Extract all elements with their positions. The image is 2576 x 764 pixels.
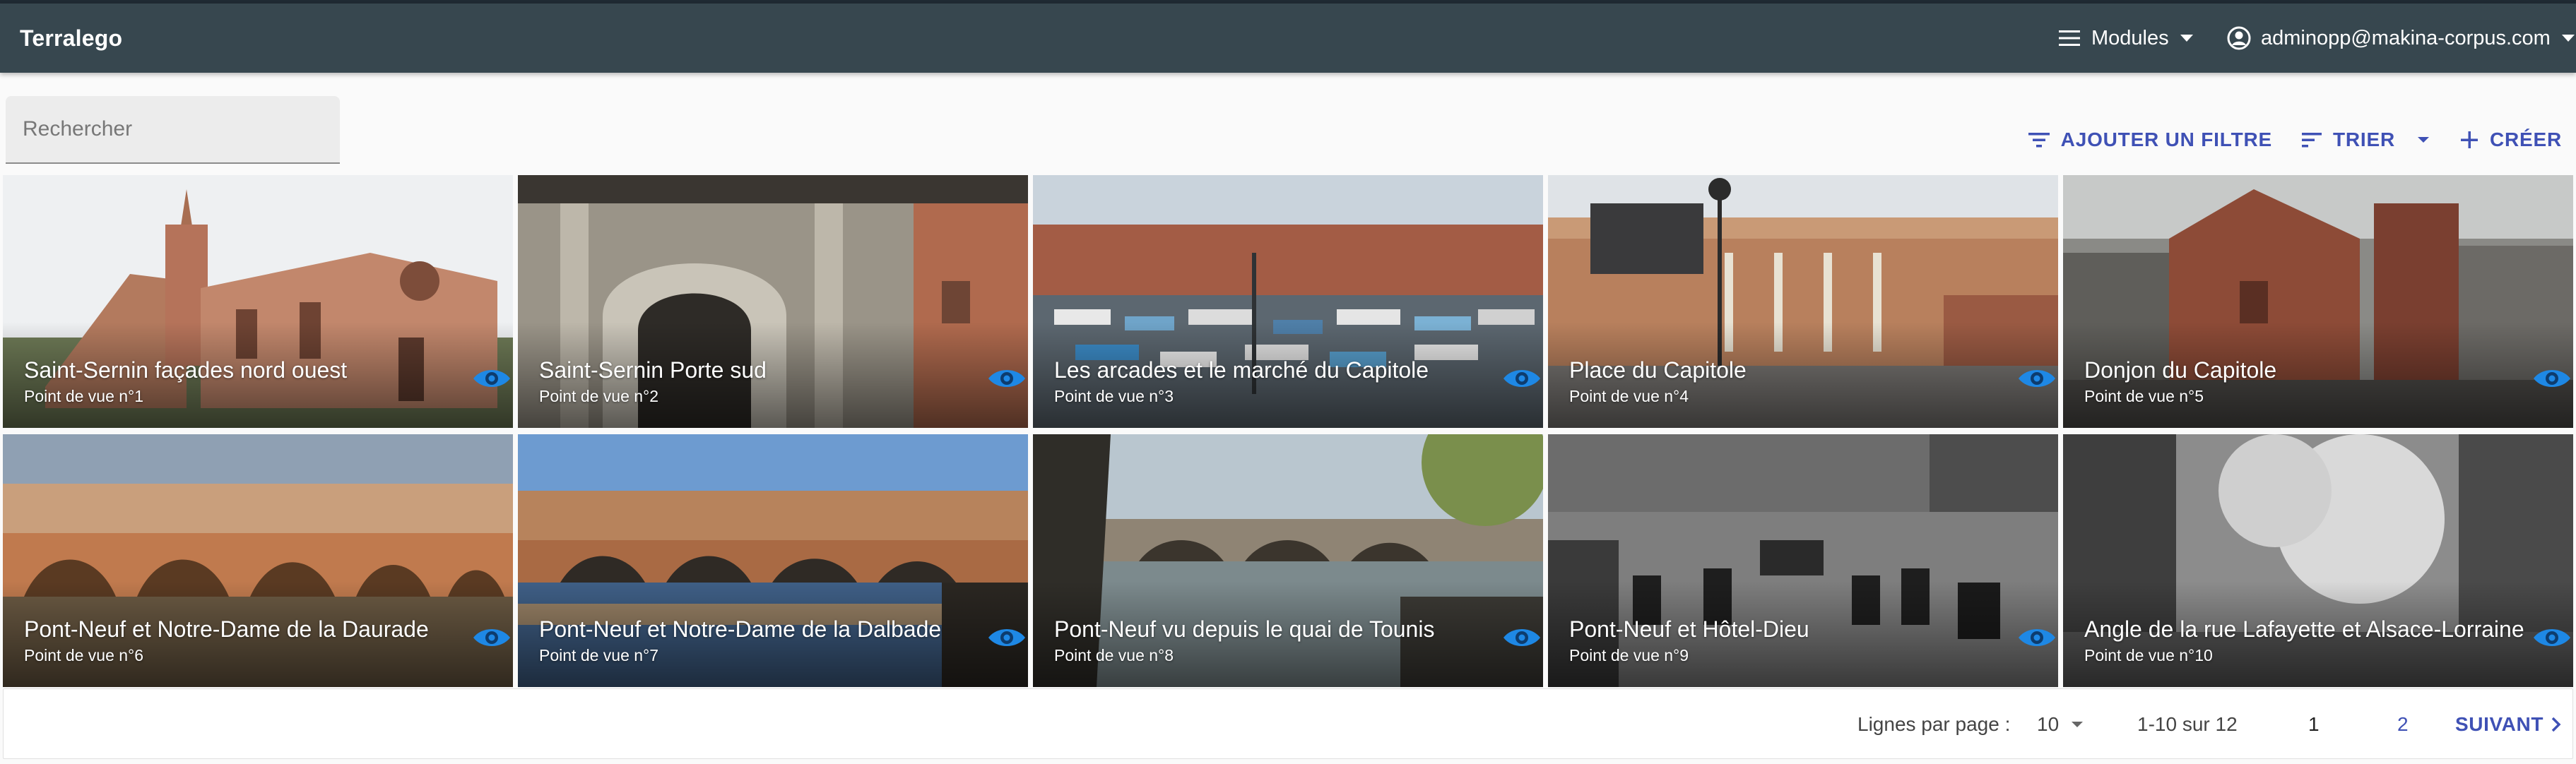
eye-icon[interactable] [2531, 625, 2573, 650]
menu-icon [2057, 28, 2081, 48]
card-caption: Donjon du Capitole Point de vue n°5 [2084, 356, 2517, 407]
card-title: Donjon du Capitole [2084, 357, 2277, 383]
card-caption: Angle de la rue Lafayette et Alsace-Lorr… [2084, 615, 2524, 666]
page-number-current[interactable]: 1 [2308, 689, 2320, 760]
add-filter-button[interactable]: AJOUTER UN FILTRE [2020, 129, 2281, 151]
brand-title[interactable]: Terralego [20, 4, 122, 73]
card-caption: Pont-Neuf et Notre-Dame de la Dalbade Po… [539, 615, 971, 666]
filter-icon [2028, 131, 2050, 148]
card-caption: Pont-Neuf et Hôtel-Dieu Point de vue n°9 [1569, 615, 2002, 666]
card-subtitle: Point de vue n°6 [24, 646, 144, 664]
card-caption: Les arcades et le marché du Capitole Poi… [1054, 356, 1487, 407]
modules-label: Modules [2091, 26, 2169, 49]
rows-per-page-label: Lignes par page : [1857, 713, 2011, 735]
card-title: Place du Capitole [1569, 357, 1747, 383]
account-circle-icon [2227, 26, 2251, 50]
viewpoint-card[interactable]: Angle de la rue Lafayette et Alsace-Lorr… [2063, 434, 2573, 687]
arrow-drop-down-icon [2560, 33, 2576, 43]
viewpoint-card[interactable]: Pont-Neuf vu depuis le quai de Tounis Po… [1033, 434, 1543, 687]
card-title: Pont-Neuf et Notre-Dame de la Dalbade [539, 616, 942, 642]
sort-button[interactable]: TRIER [2293, 129, 2439, 151]
viewpoint-grid: Saint-Sernin façades nord ouest Point de… [3, 175, 2573, 687]
viewpoint-card[interactable]: Donjon du Capitole Point de vue n°5 [2063, 175, 2573, 428]
card-caption: Saint-Sernin façades nord ouest Point de… [24, 356, 456, 407]
viewpoint-card[interactable]: Place du Capitole Point de vue n°4 [1548, 175, 2058, 428]
sort-icon [2301, 131, 2322, 148]
eye-icon[interactable] [471, 366, 513, 391]
eye-icon[interactable] [2016, 366, 2058, 391]
app-bar: Terralego Modules adminopp@makina-corpus… [0, 4, 2576, 73]
pagination-range: 1-10 sur 12 [2137, 713, 2238, 735]
eye-icon[interactable] [986, 366, 1028, 391]
arrow-drop-down-icon [2179, 33, 2194, 43]
card-subtitle: Point de vue n°3 [1054, 387, 1174, 405]
plus-icon [2460, 131, 2478, 149]
modules-menu-button[interactable]: Modules [2057, 4, 2194, 73]
arrow-drop-down-icon [2070, 720, 2084, 729]
viewpoint-card[interactable]: Les arcades et le marché du Capitole Poi… [1033, 175, 1543, 428]
eye-icon[interactable] [1501, 366, 1543, 391]
card-title: Angle de la rue Lafayette et Alsace-Lorr… [2084, 616, 2524, 642]
card-subtitle: Point de vue n°9 [1569, 646, 1689, 664]
card-title: Saint-Sernin façades nord ouest [24, 357, 348, 383]
arrow-drop-down-icon [2416, 136, 2430, 144]
card-subtitle: Point de vue n°4 [1569, 387, 1689, 405]
viewpoint-card[interactable]: Pont-Neuf et Notre-Dame de la Daurade Po… [3, 434, 513, 687]
viewpoint-card[interactable]: Pont-Neuf et Notre-Dame de la Dalbade Po… [518, 434, 1028, 687]
user-email: adminopp@makina-corpus.com [2261, 26, 2551, 49]
card-caption: Place du Capitole Point de vue n°4 [1569, 356, 2002, 407]
card-title: Pont-Neuf et Notre-Dame de la Daurade [24, 616, 429, 642]
card-subtitle: Point de vue n°1 [24, 387, 144, 405]
next-page-button[interactable]: SUIVANT [2455, 689, 2562, 760]
card-subtitle: Point de vue n°5 [2084, 387, 2204, 405]
page-number-2[interactable]: 2 [2397, 689, 2409, 760]
card-title: Les arcades et le marché du Capitole [1054, 357, 1429, 383]
chevron-right-icon [2551, 716, 2562, 733]
viewpoint-card[interactable]: Saint-Sernin façades nord ouest Point de… [3, 175, 513, 428]
eye-icon[interactable] [1501, 625, 1543, 650]
viewpoint-card[interactable]: Saint-Sernin Porte sud Point de vue n°2 [518, 175, 1028, 428]
rows-per-page-value: 10 [2037, 713, 2060, 735]
create-label: CRÉER [2489, 129, 2562, 150]
pagination-bar: Lignes par page : 10 1-10 sur 12 1 2 SUI… [3, 688, 2573, 759]
rows-per-page-select[interactable]: 10 [2037, 689, 2084, 760]
card-subtitle: Point de vue n°2 [539, 387, 659, 405]
toolbar-actions: AJOUTER UN FILTRE TRIER CRÉER [2020, 120, 2570, 160]
card-title: Saint-Sernin Porte sud [539, 357, 767, 383]
eye-icon[interactable] [986, 625, 1028, 650]
card-subtitle: Point de vue n°8 [1054, 646, 1174, 664]
card-caption: Pont-Neuf vu depuis le quai de Tounis Po… [1054, 615, 1487, 666]
viewpoint-card[interactable]: Pont-Neuf et Hôtel-Dieu Point de vue n°9 [1548, 434, 2058, 687]
search-input[interactable] [6, 96, 340, 162]
card-subtitle: Point de vue n°7 [539, 646, 659, 664]
add-filter-label: AJOUTER UN FILTRE [2060, 129, 2272, 150]
card-caption: Saint-Sernin Porte sud Point de vue n°2 [539, 356, 971, 407]
search-field [6, 96, 340, 164]
card-title: Pont-Neuf et Hôtel-Dieu [1569, 616, 1809, 642]
card-title: Pont-Neuf vu depuis le quai de Tounis [1054, 616, 1435, 642]
next-page-label: SUIVANT [2455, 713, 2544, 735]
card-caption: Pont-Neuf et Notre-Dame de la Daurade Po… [24, 615, 456, 666]
user-menu-button[interactable]: adminopp@makina-corpus.com [2227, 4, 2576, 73]
eye-icon[interactable] [2016, 625, 2058, 650]
eye-icon[interactable] [471, 625, 513, 650]
card-subtitle: Point de vue n°10 [2084, 646, 2213, 664]
create-button[interactable]: CRÉER [2452, 129, 2570, 151]
eye-icon[interactable] [2531, 366, 2573, 391]
sort-label: TRIER [2332, 129, 2395, 150]
